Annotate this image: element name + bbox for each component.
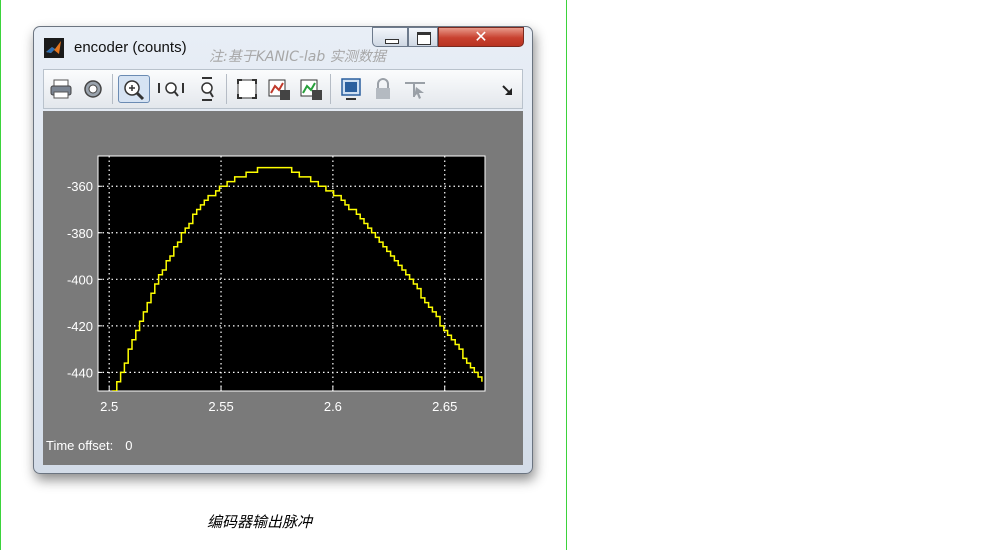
time-offset-value: 0 xyxy=(125,438,133,453)
parameters-icon xyxy=(84,80,102,98)
y-tick-label: -380 xyxy=(67,226,93,241)
print-button[interactable] xyxy=(48,75,74,103)
restore-axes-button[interactable] xyxy=(298,75,324,103)
close-icon: ✕ xyxy=(474,27,488,46)
y-tick-label: -420 xyxy=(67,319,93,334)
y-tick-label: -440 xyxy=(67,365,93,380)
zoom-y-icon xyxy=(201,77,214,101)
scope-toolbar xyxy=(43,69,523,109)
dock-arrow-icon xyxy=(502,85,512,95)
x-tick-label: 2.5 xyxy=(100,399,118,414)
close-button[interactable]: ✕ xyxy=(438,27,524,47)
maximize-button[interactable] xyxy=(408,27,438,47)
left-border-line xyxy=(0,0,1,550)
autoscale-icon xyxy=(237,79,257,99)
x-tick-label: 2.6 xyxy=(324,399,342,414)
print-icon xyxy=(50,79,72,99)
y-tick-label: -400 xyxy=(67,272,93,287)
y-tick-label: -360 xyxy=(67,179,93,194)
toolbar-separator xyxy=(330,74,331,104)
signal-selector-icon xyxy=(405,82,425,99)
zoom-x-icon xyxy=(158,82,184,97)
plot-area xyxy=(97,155,486,392)
matlab-logo-icon xyxy=(44,38,64,58)
window-title: encoder (counts) xyxy=(74,39,187,56)
time-offset-label: Time offset: xyxy=(46,438,114,453)
right-border-line xyxy=(566,0,567,550)
plot-panel: 2.5 2.55 2.6 2.65 -360 -380 -400 -420 -440 Time … xyxy=(43,111,523,465)
figure-caption: 编码器输出脉冲 xyxy=(207,513,313,531)
signal-selector-button[interactable] xyxy=(402,75,428,103)
restore-axes-icon xyxy=(300,79,322,100)
toolbar-separator xyxy=(112,74,113,104)
save-axes-button[interactable] xyxy=(266,75,292,103)
lock-axes-button[interactable] xyxy=(370,75,396,103)
floating-scope-icon xyxy=(341,78,361,100)
watermark-text: 注:基于KANIC-lab 实测数据 xyxy=(209,49,386,65)
zoom-y-button[interactable] xyxy=(194,75,220,103)
title-bar[interactable]: encoder (counts) 注:基于KANIC-lab 实测数据 ✕ xyxy=(34,27,532,67)
zoom-in-icon xyxy=(124,80,145,101)
save-axes-icon xyxy=(268,79,290,100)
toolbar-separator xyxy=(226,74,227,104)
minimize-button[interactable] xyxy=(372,27,408,47)
parameters-button[interactable] xyxy=(80,75,106,103)
floating-scope-button[interactable] xyxy=(338,75,364,103)
scope-window: encoder (counts) 注:基于KANIC-lab 实测数据 ✕ 2.… xyxy=(33,26,533,474)
dock-button[interactable] xyxy=(498,75,518,103)
lock-axes-icon xyxy=(376,78,390,99)
autoscale-button[interactable] xyxy=(234,75,260,103)
time-offset: Time offset: 0 xyxy=(46,438,132,453)
zoom-x-button[interactable] xyxy=(156,75,186,103)
zoom-in-button[interactable] xyxy=(118,75,150,103)
encoder-chart[interactable]: 2.5 2.55 2.6 2.65 -360 -380 -400 -420 -440 xyxy=(43,111,523,465)
x-tick-label: 2.65 xyxy=(432,399,457,414)
x-tick-label: 2.55 xyxy=(208,399,233,414)
